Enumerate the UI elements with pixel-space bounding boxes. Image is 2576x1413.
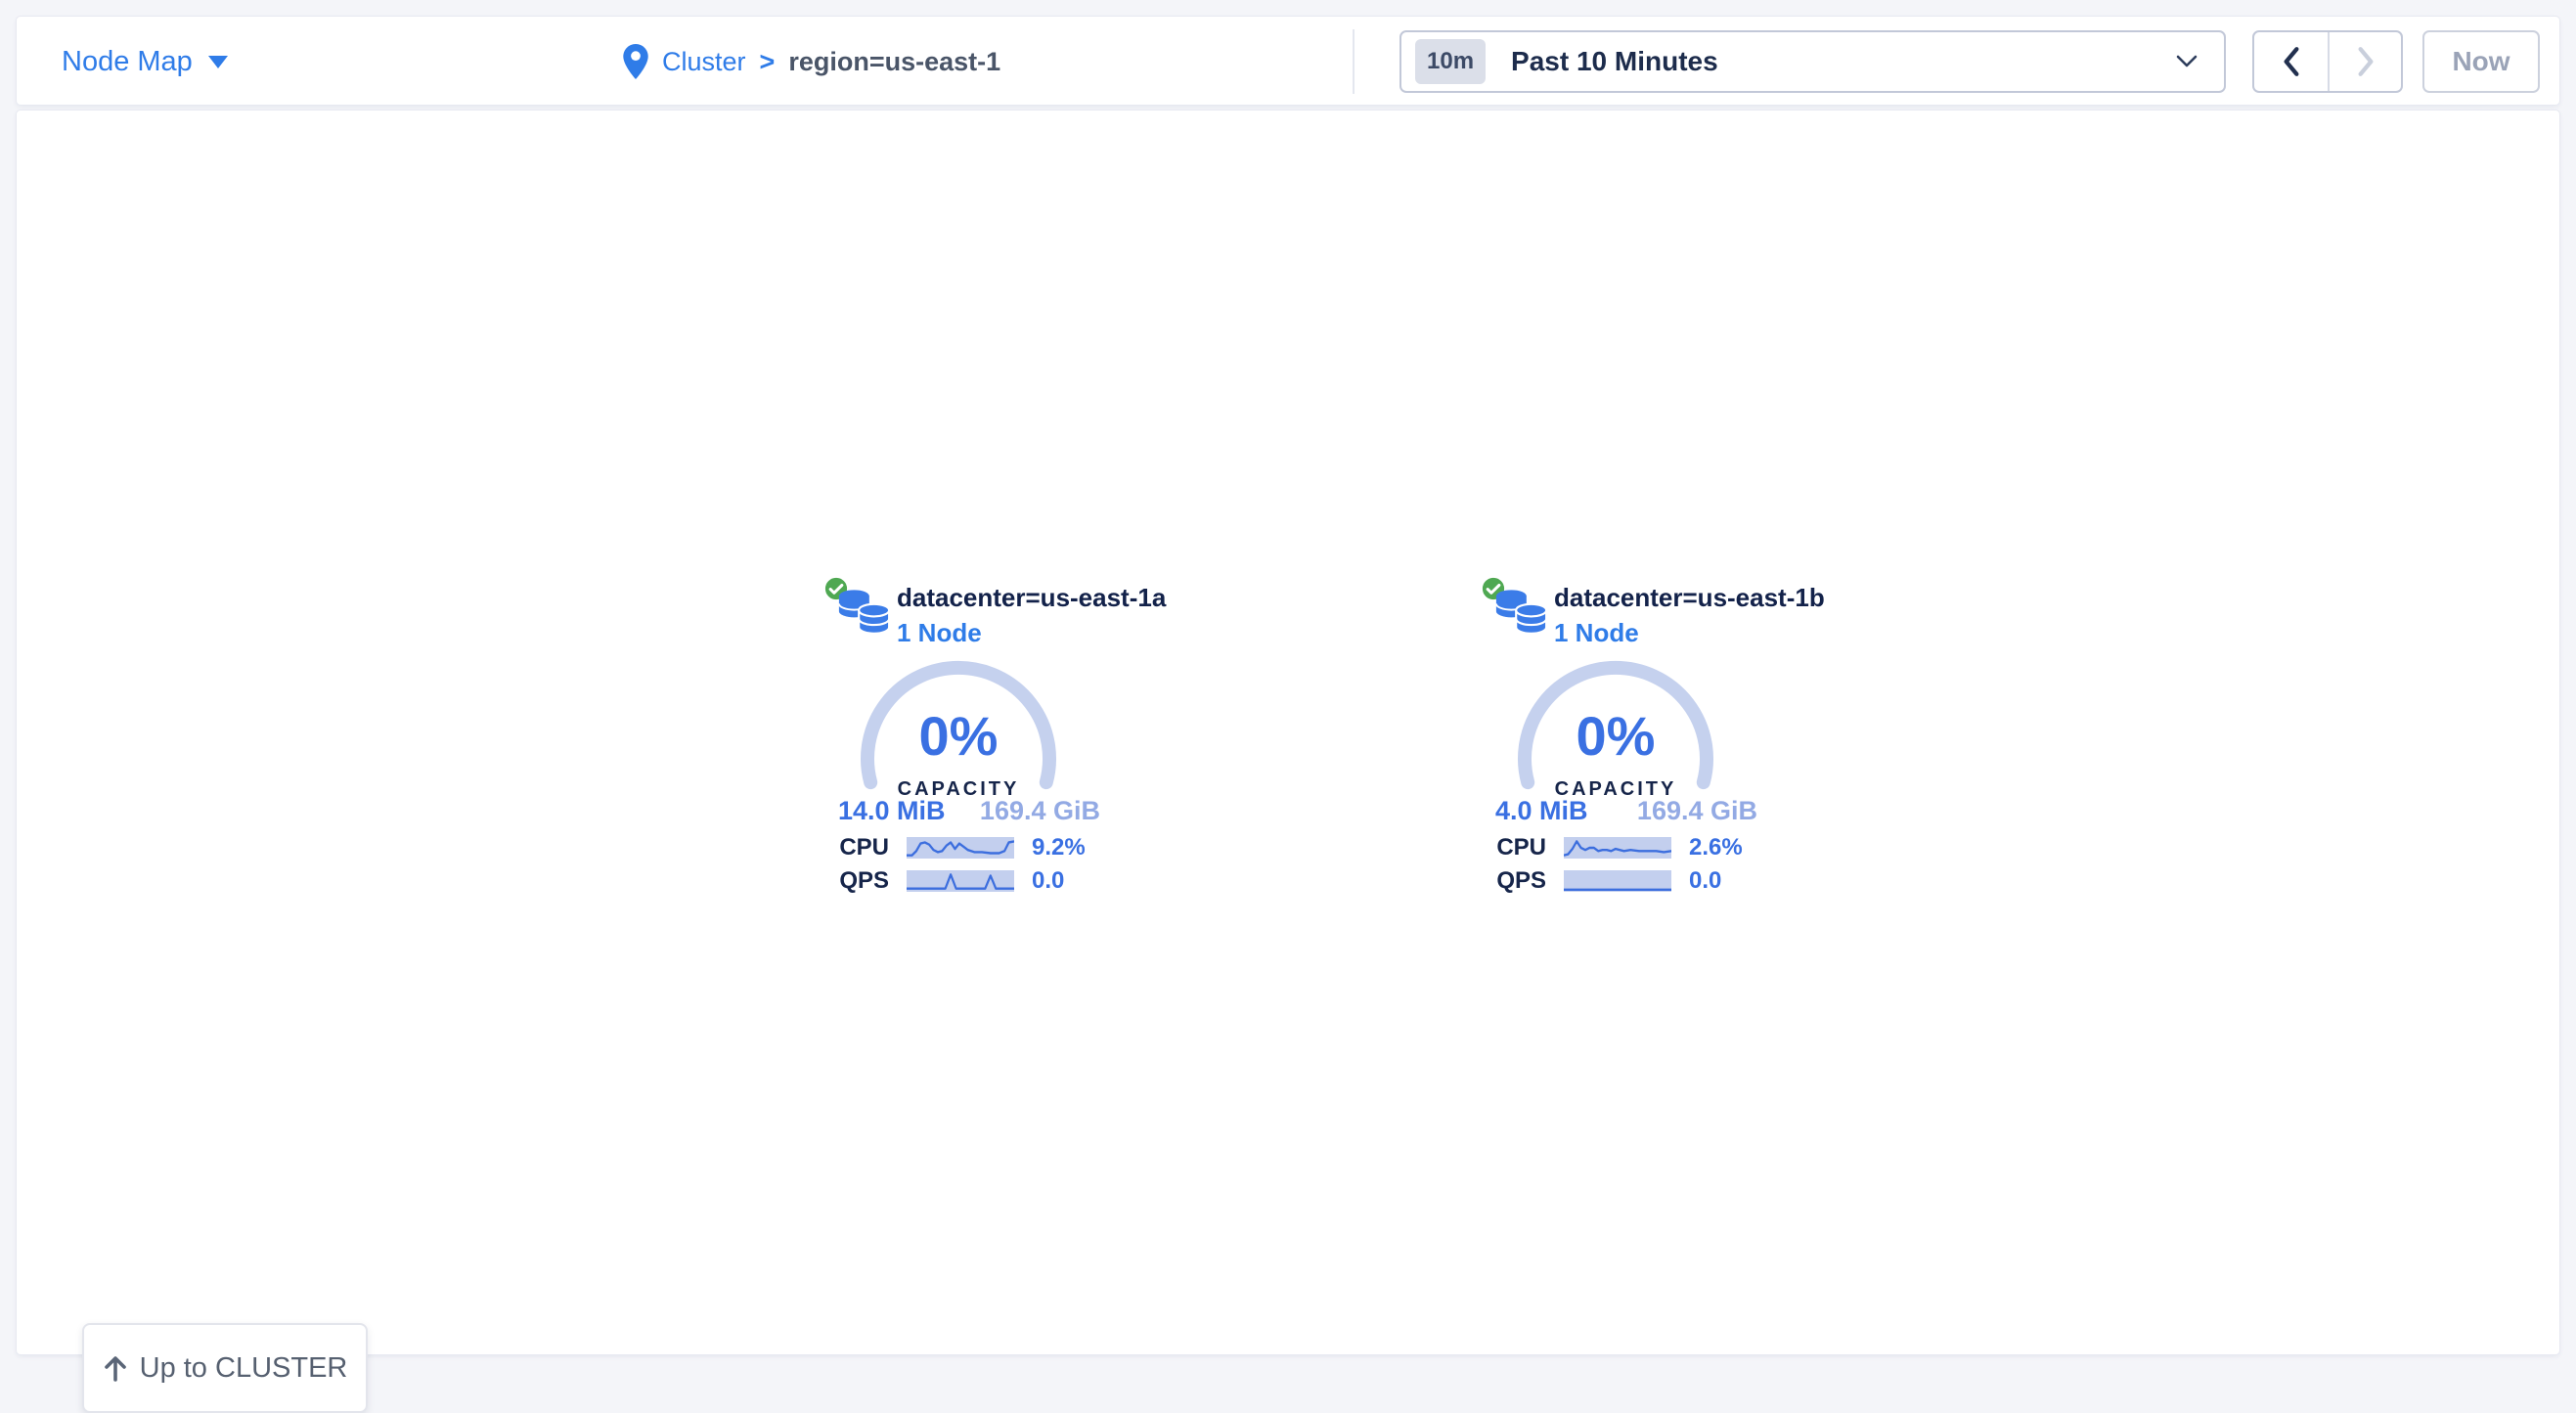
location-pin-icon [623,44,648,79]
metric-rows: CPU 2.6% QPS 0.0 [1480,833,1758,896]
now-button[interactable]: Now [2422,30,2540,93]
database-stack-icon [1493,585,1550,641]
node-map-canvas: datacenter=us-east-1a 1 Node 0% CAPACITY… [16,110,2560,1355]
view-selector-label: Node Map [62,46,193,78]
qps-value: 0.0 [1689,867,1758,895]
view-selector-dropdown[interactable]: Node Map [62,17,228,107]
up-to-cluster-button[interactable]: Up to CLUSTER [82,1323,368,1413]
datacenter-node-count-link[interactable]: 1 Node [1554,618,1639,648]
capacity-gauge: 0% CAPACITY [857,657,1060,861]
metric-rows: CPU 9.2% QPS 0.0 [822,833,1101,896]
up-to-cluster-label: Up to CLUSTER [140,1352,348,1385]
cpu-value: 2.6% [1689,834,1758,861]
datacenter-layer: datacenter=us-east-1a 1 Node 0% CAPACITY… [17,571,2561,982]
topbar-divider [1353,29,1355,94]
previous-range-button[interactable] [2254,32,2328,91]
capacity-used: 14.0 MiB [838,796,946,826]
qps-value: 0.0 [1032,867,1101,895]
capacity-gauge: 0% CAPACITY [1514,657,1717,861]
datacenter-title: datacenter=us-east-1b [1554,583,1825,613]
capacity-used: 4.0 MiB [1495,796,1588,826]
capacity-percent: 0% [857,704,1060,768]
time-range-badge: 10m [1415,39,1486,84]
chevron-left-icon [2281,46,2302,77]
qps-metric-row: QPS 0.0 [822,866,1101,896]
qps-label: QPS [1480,867,1546,895]
breadcrumb-cluster-link[interactable]: Cluster [662,47,746,77]
time-range-dropdown[interactable]: 10m Past 10 Minutes [1399,30,2226,93]
datacenter-node-count-link[interactable]: 1 Node [897,618,982,648]
cpu-metric-row: CPU 2.6% [1480,833,1758,862]
qps-label: QPS [822,867,889,895]
top-bar: Node Map Cluster > region=us-east-1 10m … [16,16,2560,106]
chevron-right-icon [2355,46,2376,77]
database-stack-icon [836,585,893,641]
breadcrumb-current: region=us-east-1 [788,47,1000,77]
capacity-total: 169.4 GiB [980,796,1100,826]
datacenter-title: datacenter=us-east-1a [897,583,1166,613]
capacity-percent: 0% [1514,704,1717,768]
cpu-metric-row: CPU 9.2% [822,833,1101,862]
time-range-label: Past 10 Minutes [1511,46,1718,77]
capacity-values: 4.0 MiB 169.4 GiB [1495,796,1757,826]
breadcrumb-separator: > [760,47,776,77]
arrow-up-icon [103,1353,128,1383]
qps-metric-row: QPS 0.0 [1480,866,1758,896]
capacity-total: 169.4 GiB [1637,796,1757,826]
qps-sparkline [1564,870,1671,892]
cpu-value: 9.2% [1032,834,1101,861]
chevron-down-icon [2175,54,2198,69]
cpu-label: CPU [822,834,889,861]
next-range-button[interactable] [2328,32,2401,91]
cpu-label: CPU [1480,834,1546,861]
time-range-pager [2252,30,2403,93]
capacity-values: 14.0 MiB 169.4 GiB [838,796,1100,826]
qps-sparkline [907,870,1014,892]
caret-down-icon [208,56,228,68]
cpu-sparkline [907,837,1014,859]
cpu-sparkline [1564,837,1671,859]
breadcrumb: Cluster > region=us-east-1 [623,17,1000,107]
